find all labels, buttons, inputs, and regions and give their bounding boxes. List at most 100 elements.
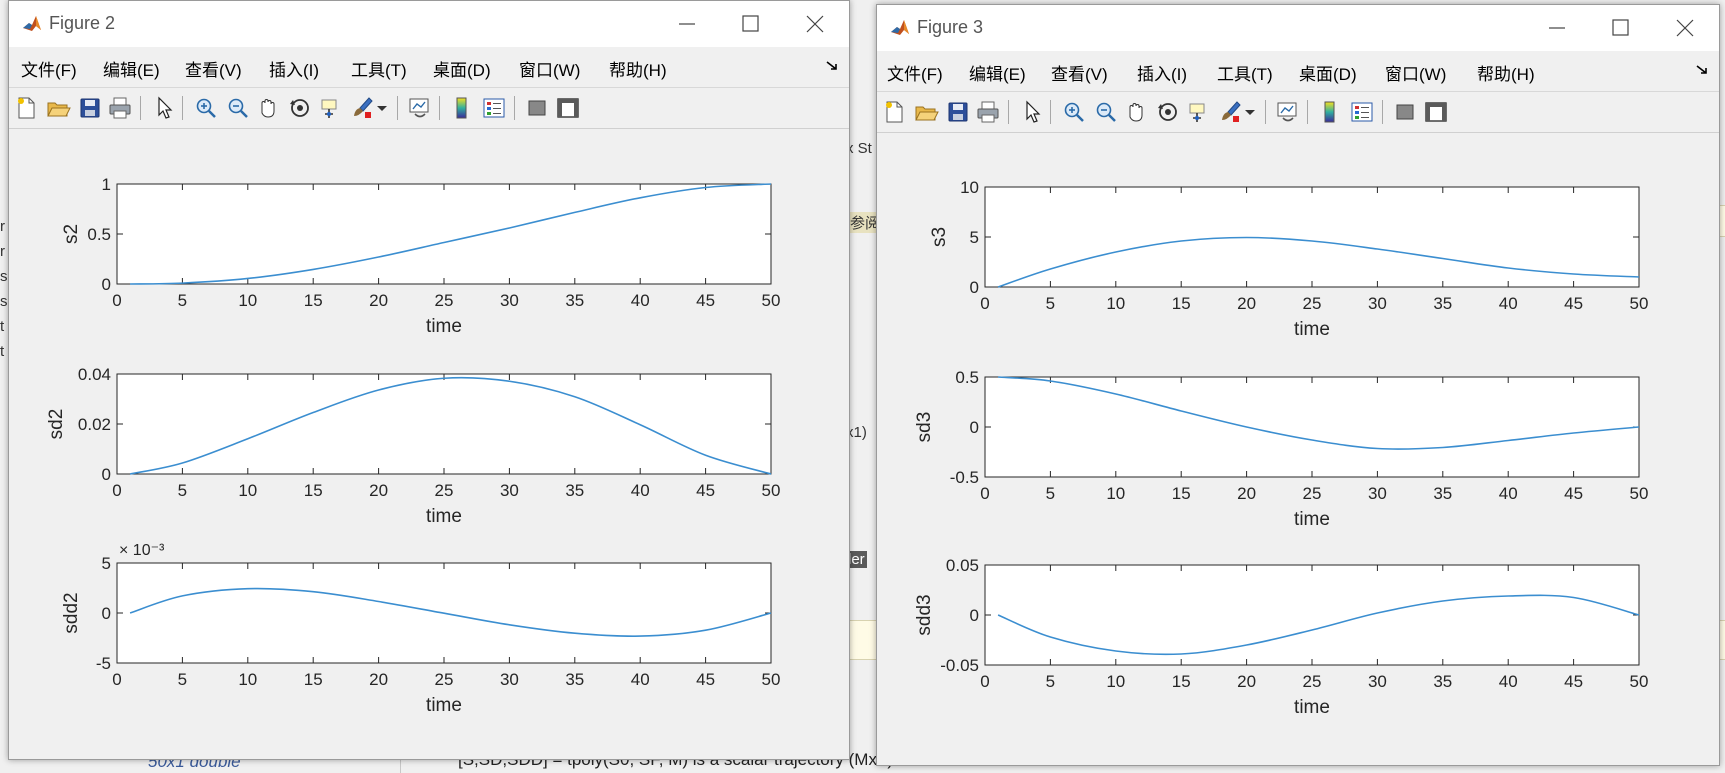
figure-window-3[interactable]: Figure 3 文件(F) 编辑(E) 查看(V) 插入(I) 工具(T) 桌… [876,4,1720,766]
menu-insert[interactable]: 插入(I) [269,56,319,81]
dock-arrow-icon[interactable] [825,59,839,73]
plot-area: 0 5 10 15 20 25 30 35 40 45 50 0 0.5 1 time s2 0 5 10 15 20 2… [9,129,849,759]
menu-window[interactable]: 窗口(W) [519,56,580,81]
menu-edit[interactable]: 编辑(E) [103,56,160,81]
minimize-button[interactable] [1525,11,1589,45]
menu-desktop[interactable]: 桌面(D) [1299,60,1357,85]
hide-plot-tools-icon[interactable] [524,95,550,121]
window-title: Figure 3 [917,17,984,37]
show-plot-tools-icon[interactable] [555,95,581,121]
menu-file[interactable]: 文件(F) [887,60,943,85]
x-tick-label: 45 [696,481,715,500]
pointer-icon[interactable] [151,95,177,121]
link-plot-icon[interactable] [407,95,433,121]
hide-plot-tools-icon[interactable] [1392,99,1418,125]
x-tick-label: 40 [1499,294,1518,313]
subplot-sd3: 0 5 10 15 20 25 30 35 40 45 50-0.500.5timesd3 [914,368,1648,530]
menu-tools[interactable]: 工具(T) [351,56,407,81]
legend-icon[interactable] [481,95,507,121]
figure-window-2[interactable]: Figure 2 文件(F) 编辑(E) 查看(V) 插入(I) 工具(T) 桌… [8,0,850,760]
save-icon[interactable] [945,99,971,125]
x-tick-label: 45 [1564,294,1583,313]
x-tick-label: 10 [1106,294,1125,313]
x-tick-label: 35 [1433,672,1452,691]
rotate-3d-icon[interactable] [287,95,313,121]
x-tick-label: 25 [435,670,454,689]
toolbar-separator [140,96,141,120]
x-tick-label: 25 [1303,484,1322,503]
rotate-3d-icon[interactable] [1155,99,1181,125]
pan-hand-icon[interactable] [1123,99,1149,125]
axes-box [984,564,1640,666]
menu-help[interactable]: 帮助(H) [1477,60,1535,85]
print-icon[interactable] [975,99,1001,125]
data-cursor-icon[interactable] [319,95,345,121]
y-tick-label: 0.5 [87,225,111,244]
x-tick-label: 50 [762,481,781,500]
subplot-sdd3: 0 5 10 15 20 25 30 35 40 45 50-0.0500.05timesdd3 [914,556,1648,718]
y-tick-label: -0.05 [940,656,979,675]
zoom-in-icon[interactable] [193,95,219,121]
matlab-logo-icon [21,13,43,35]
new-figure-icon[interactable] [13,95,39,121]
open-file-icon[interactable] [45,95,71,121]
y-tick-label: 0 [970,606,979,625]
x-tick-label: 10 [238,291,257,310]
save-icon[interactable] [77,95,103,121]
axes-box [116,183,772,285]
menu-insert[interactable]: 插入(I) [1137,60,1187,85]
x-tick-label: 45 [696,670,715,689]
brush-dropdown-icon[interactable] [1244,99,1256,125]
data-cursor-icon[interactable] [1187,99,1213,125]
menu-view[interactable]: 查看(V) [1051,60,1108,85]
close-button[interactable] [1653,11,1717,45]
new-figure-icon[interactable] [881,99,907,125]
x-axis-label: time [1294,697,1330,718]
menu-file[interactable]: 文件(F) [21,56,77,81]
menu-tools[interactable]: 工具(T) [1217,60,1273,85]
y-tick-label: 1 [102,175,111,194]
pan-hand-icon[interactable] [255,95,281,121]
pointer-icon[interactable] [1019,99,1045,125]
x-tick-label: 25 [1303,294,1322,313]
background-letter: t [0,343,5,360]
colorbar-icon[interactable] [1317,99,1343,125]
menu-desktop[interactable]: 桌面(D) [433,56,491,81]
y-tick-label: 0.04 [78,365,111,384]
dock-arrow-icon[interactable] [1695,63,1709,77]
minimize-button[interactable] [655,7,719,41]
title-bar[interactable]: Figure 2 [9,1,849,47]
menu-bar: 文件(F) 编辑(E) 查看(V) 插入(I) 工具(T) 桌面(D) 窗口(W… [9,47,849,85]
x-tick-label: 30 [500,291,519,310]
close-button[interactable] [783,7,847,41]
open-file-icon[interactable] [913,99,939,125]
x-tick-label: 50 [762,291,781,310]
title-bar[interactable]: Figure 3 [877,5,1719,51]
subplot-sd2: 0 5 10 15 20 25 30 35 40 45 50 0 0.02 0.04 time sd2 [46,365,780,527]
menu-edit[interactable]: 编辑(E) [969,60,1026,85]
x-tick-label: 0 [112,481,121,500]
maximize-button[interactable] [719,7,783,41]
x-tick-label: 30 [500,481,519,500]
menu-window[interactable]: 窗口(W) [1385,60,1446,85]
x-tick-label: 25 [435,291,454,310]
zoom-out-icon[interactable] [1093,99,1119,125]
brush-icon[interactable] [1217,99,1243,125]
maximize-button[interactable] [1589,11,1653,45]
x-tick-label: 50 [1630,484,1649,503]
menu-help[interactable]: 帮助(H) [609,56,667,81]
show-plot-tools-icon[interactable] [1423,99,1449,125]
menu-view[interactable]: 查看(V) [185,56,242,81]
x-tick-label: 40 [1499,672,1518,691]
x-tick-label: 20 [369,291,388,310]
print-icon[interactable] [107,95,133,121]
legend-icon[interactable] [1349,99,1375,125]
brush-dropdown-icon[interactable] [376,95,388,121]
zoom-out-icon[interactable] [225,95,251,121]
x-tick-label: 15 [304,291,323,310]
link-plot-icon[interactable] [1275,99,1301,125]
zoom-in-icon[interactable] [1061,99,1087,125]
x-tick-label: 35 [565,291,584,310]
colorbar-icon[interactable] [449,95,475,121]
brush-icon[interactable] [349,95,375,121]
